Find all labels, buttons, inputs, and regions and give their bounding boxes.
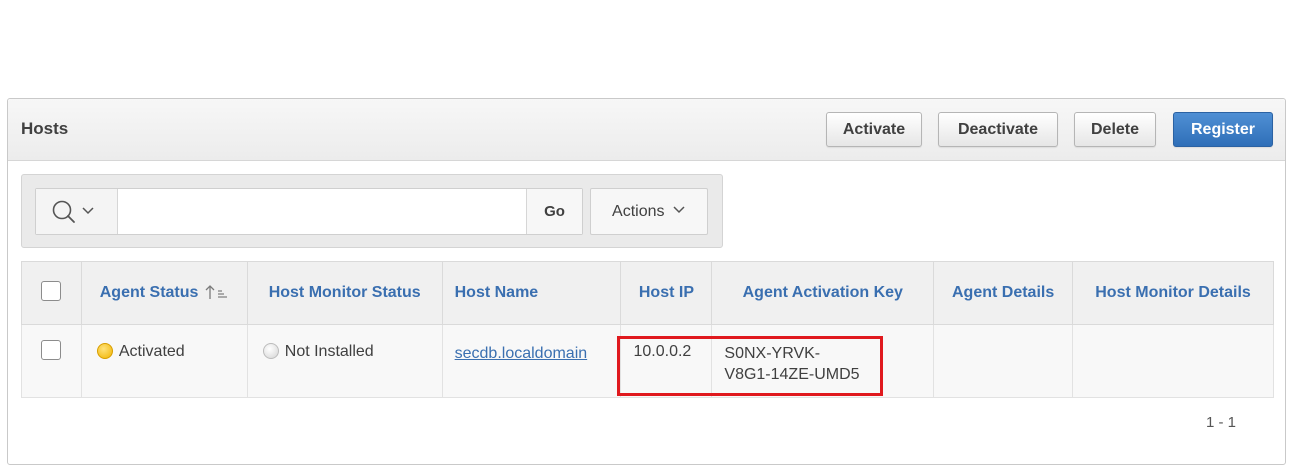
chevron-down-icon bbox=[673, 206, 685, 214]
column-header-host-monitor-status[interactable]: Host Monitor Status bbox=[246, 261, 443, 325]
agent-status-cell: Activated bbox=[80, 324, 248, 398]
column-header-host-monitor-details[interactable]: Host Monitor Details bbox=[1072, 261, 1274, 325]
host-name-link[interactable]: secdb.localdomain bbox=[455, 345, 588, 362]
select-all-checkbox[interactable] bbox=[41, 280, 62, 301]
select-all-header bbox=[21, 261, 82, 325]
host-ip-cell: 10.0.0.2 bbox=[620, 324, 713, 398]
activation-key-line-1: S0NX-YRVK- bbox=[724, 345, 821, 362]
register-button[interactable]: Register bbox=[1173, 112, 1273, 147]
go-button[interactable]: Go bbox=[526, 189, 582, 234]
host-monitor-status-value: Not Installed bbox=[284, 343, 374, 360]
delete-button[interactable]: Delete bbox=[1074, 112, 1156, 147]
host-monitor-status-cell: Not Installed bbox=[246, 324, 443, 398]
hosts-region: Hosts Activate Deactivate Delete Registe… bbox=[7, 98, 1286, 465]
agent-details-cell bbox=[933, 324, 1074, 398]
actions-menu-button[interactable]: Actions bbox=[590, 188, 708, 235]
row-select-cell bbox=[21, 324, 82, 398]
search-box: Go bbox=[35, 188, 583, 235]
report-toolbar: Go Actions bbox=[21, 174, 723, 248]
hosts-table: Agent Status Host Monitor Status Host Na… bbox=[21, 261, 1274, 398]
region-title: Hosts bbox=[21, 119, 69, 138]
status-not-installed-icon bbox=[262, 343, 279, 359]
sort-ascending-icon bbox=[205, 285, 227, 299]
search-column-selector[interactable] bbox=[36, 189, 118, 234]
column-header-agent-status[interactable]: Agent Status bbox=[80, 261, 248, 325]
actions-label: Actions bbox=[612, 203, 665, 220]
deactivate-button[interactable]: Deactivate bbox=[938, 112, 1058, 147]
agent-activation-key-cell: S0NX-YRVK- V8G1-14ZE-UMD5 bbox=[711, 324, 935, 398]
column-header-host-ip[interactable]: Host IP bbox=[620, 261, 713, 325]
column-header-agent-details[interactable]: Agent Details bbox=[933, 261, 1074, 325]
region-header: Hosts Activate Deactivate Delete Registe… bbox=[8, 99, 1285, 161]
activation-key-line-2: V8G1-14ZE-UMD5 bbox=[724, 366, 860, 383]
status-activated-icon bbox=[96, 343, 113, 359]
host-monitor-details-cell bbox=[1072, 324, 1274, 398]
host-name-cell: secdb.localdomain bbox=[441, 324, 622, 398]
column-label: Agent Status bbox=[99, 284, 199, 301]
activate-button[interactable]: Activate bbox=[826, 112, 922, 147]
row-checkbox[interactable] bbox=[41, 340, 62, 360]
pagination-range: 1 - 1 bbox=[1206, 414, 1237, 431]
table-header-row: Agent Status Host Monitor Status Host Na… bbox=[21, 261, 1274, 325]
column-header-host-name[interactable]: Host Name bbox=[441, 261, 622, 325]
search-input[interactable] bbox=[119, 189, 525, 234]
table-row: Activated Not Installed secdb.localdomai… bbox=[21, 324, 1274, 398]
agent-status-value: Activated bbox=[118, 343, 185, 360]
chevron-down-icon bbox=[82, 207, 94, 215]
column-header-agent-activation-key[interactable]: Agent Activation Key bbox=[711, 261, 935, 325]
search-icon bbox=[52, 200, 94, 223]
